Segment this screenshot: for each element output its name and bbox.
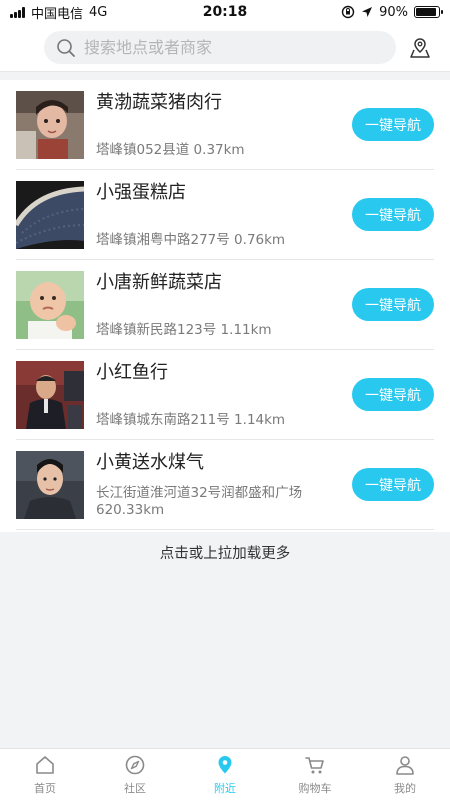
location-arrow-icon bbox=[362, 7, 373, 17]
navigate-button[interactable]: 一键导航 bbox=[352, 198, 434, 231]
map-location-icon bbox=[410, 38, 430, 58]
store-address: 塔峰镇城东南路211号 1.14km bbox=[96, 411, 286, 428]
status-time: 20:18 bbox=[202, 4, 248, 20]
home-icon bbox=[36, 755, 54, 774]
store-thumbnail bbox=[16, 450, 84, 519]
store-item[interactable]: 小唐新鲜蔬菜店 塔峰镇新民路123号 1.11km 一键导航 bbox=[16, 260, 434, 350]
battery-percent: 90% bbox=[379, 4, 408, 20]
status-right: 90% bbox=[290, 4, 443, 20]
store-thumbnail bbox=[16, 270, 84, 339]
tab-label: 附近 bbox=[214, 781, 236, 795]
tab-home[interactable]: 首页 bbox=[0, 749, 90, 800]
load-more-button[interactable]: 点击或上拉加载更多 bbox=[0, 542, 450, 563]
store-item[interactable]: 小红鱼行 塔峰镇城东南路211号 1.14km 一键导航 bbox=[16, 350, 434, 440]
store-name: 小强蛋糕店 bbox=[96, 181, 186, 203]
store-name: 小唐新鲜蔬菜店 bbox=[96, 271, 222, 293]
navigate-button[interactable]: 一键导航 bbox=[352, 288, 434, 321]
network-label: 4G bbox=[89, 4, 108, 20]
store-list: 黄渤蔬菜猪肉行 塔峰镇052县道 0.37km 一键导航 小强蛋糕店 塔峰镇湘粤… bbox=[0, 80, 450, 532]
store-name: 黄渤蔬菜猪肉行 bbox=[96, 91, 222, 113]
tab-label: 我的 bbox=[394, 781, 416, 795]
store-address: 塔峰镇新民路123号 1.11km bbox=[96, 321, 272, 338]
map-button[interactable] bbox=[408, 36, 432, 60]
store-item[interactable]: 小强蛋糕店 塔峰镇湘粤中路277号 0.76km 一键导航 bbox=[16, 170, 434, 260]
store-thumbnail bbox=[16, 90, 84, 159]
signal-icon bbox=[10, 6, 25, 18]
search-input[interactable] bbox=[84, 38, 364, 57]
cart-icon bbox=[305, 756, 324, 773]
store-info: 黄渤蔬菜猪肉行 塔峰镇052县道 0.37km bbox=[96, 91, 352, 159]
store-item[interactable]: 黄渤蔬菜猪肉行 塔峰镇052县道 0.37km 一键导航 bbox=[16, 80, 434, 170]
compass-icon bbox=[125, 755, 145, 774]
battery-fill bbox=[416, 8, 436, 16]
navigate-button[interactable]: 一键导航 bbox=[352, 108, 434, 141]
store-thumbnail bbox=[16, 360, 84, 429]
bottom-tab-bar: 首页 社区 附近 购物车 我的 bbox=[0, 748, 450, 800]
store-address: 长江街道淮河道32号润都盛和广场 620.33km bbox=[96, 484, 303, 518]
lock-rotation-icon bbox=[341, 5, 355, 19]
store-address: 塔峰镇052县道 0.37km bbox=[96, 141, 245, 158]
store-info: 小强蛋糕店 塔峰镇湘粤中路277号 0.76km bbox=[96, 181, 352, 249]
battery-icon bbox=[414, 6, 443, 18]
tab-label: 首页 bbox=[34, 781, 56, 795]
store-info: 小唐新鲜蔬菜店 塔峰镇新民路123号 1.11km bbox=[96, 271, 352, 339]
tab-label: 购物车 bbox=[298, 781, 332, 795]
store-name: 小红鱼行 bbox=[96, 361, 168, 383]
status-bar: 中国电信 4G 20:18 90% bbox=[0, 0, 450, 24]
navigate-button[interactable]: 一键导航 bbox=[352, 468, 434, 501]
store-info: 小黄送水煤气 长江街道淮河道32号润都盛和广场 620.33km bbox=[96, 451, 352, 519]
store-thumbnail bbox=[16, 180, 84, 249]
tab-label: 社区 bbox=[124, 781, 146, 795]
store-item[interactable]: 小黄送水煤气 长江街道淮河道32号润都盛和广场 620.33km 一键导航 bbox=[16, 440, 434, 530]
carrier-label: 中国电信 bbox=[31, 6, 84, 22]
store-address: 塔峰镇湘粤中路277号 0.76km bbox=[96, 231, 286, 248]
tab-cart[interactable]: 购物车 bbox=[270, 749, 360, 800]
tab-mine[interactable]: 我的 bbox=[360, 749, 450, 800]
status-left: 中国电信 4G bbox=[10, 3, 160, 22]
store-name: 小黄送水煤气 bbox=[96, 451, 204, 473]
tab-nearby[interactable]: 附近 bbox=[180, 749, 270, 800]
search-box[interactable] bbox=[44, 31, 396, 64]
tab-community[interactable]: 社区 bbox=[90, 749, 180, 800]
person-icon bbox=[396, 755, 414, 775]
navigate-button[interactable]: 一键导航 bbox=[352, 378, 434, 411]
search-header bbox=[0, 24, 450, 72]
store-info: 小红鱼行 塔峰镇城东南路211号 1.14km bbox=[96, 361, 352, 429]
location-pin-icon bbox=[218, 755, 232, 773]
search-icon bbox=[57, 38, 75, 57]
